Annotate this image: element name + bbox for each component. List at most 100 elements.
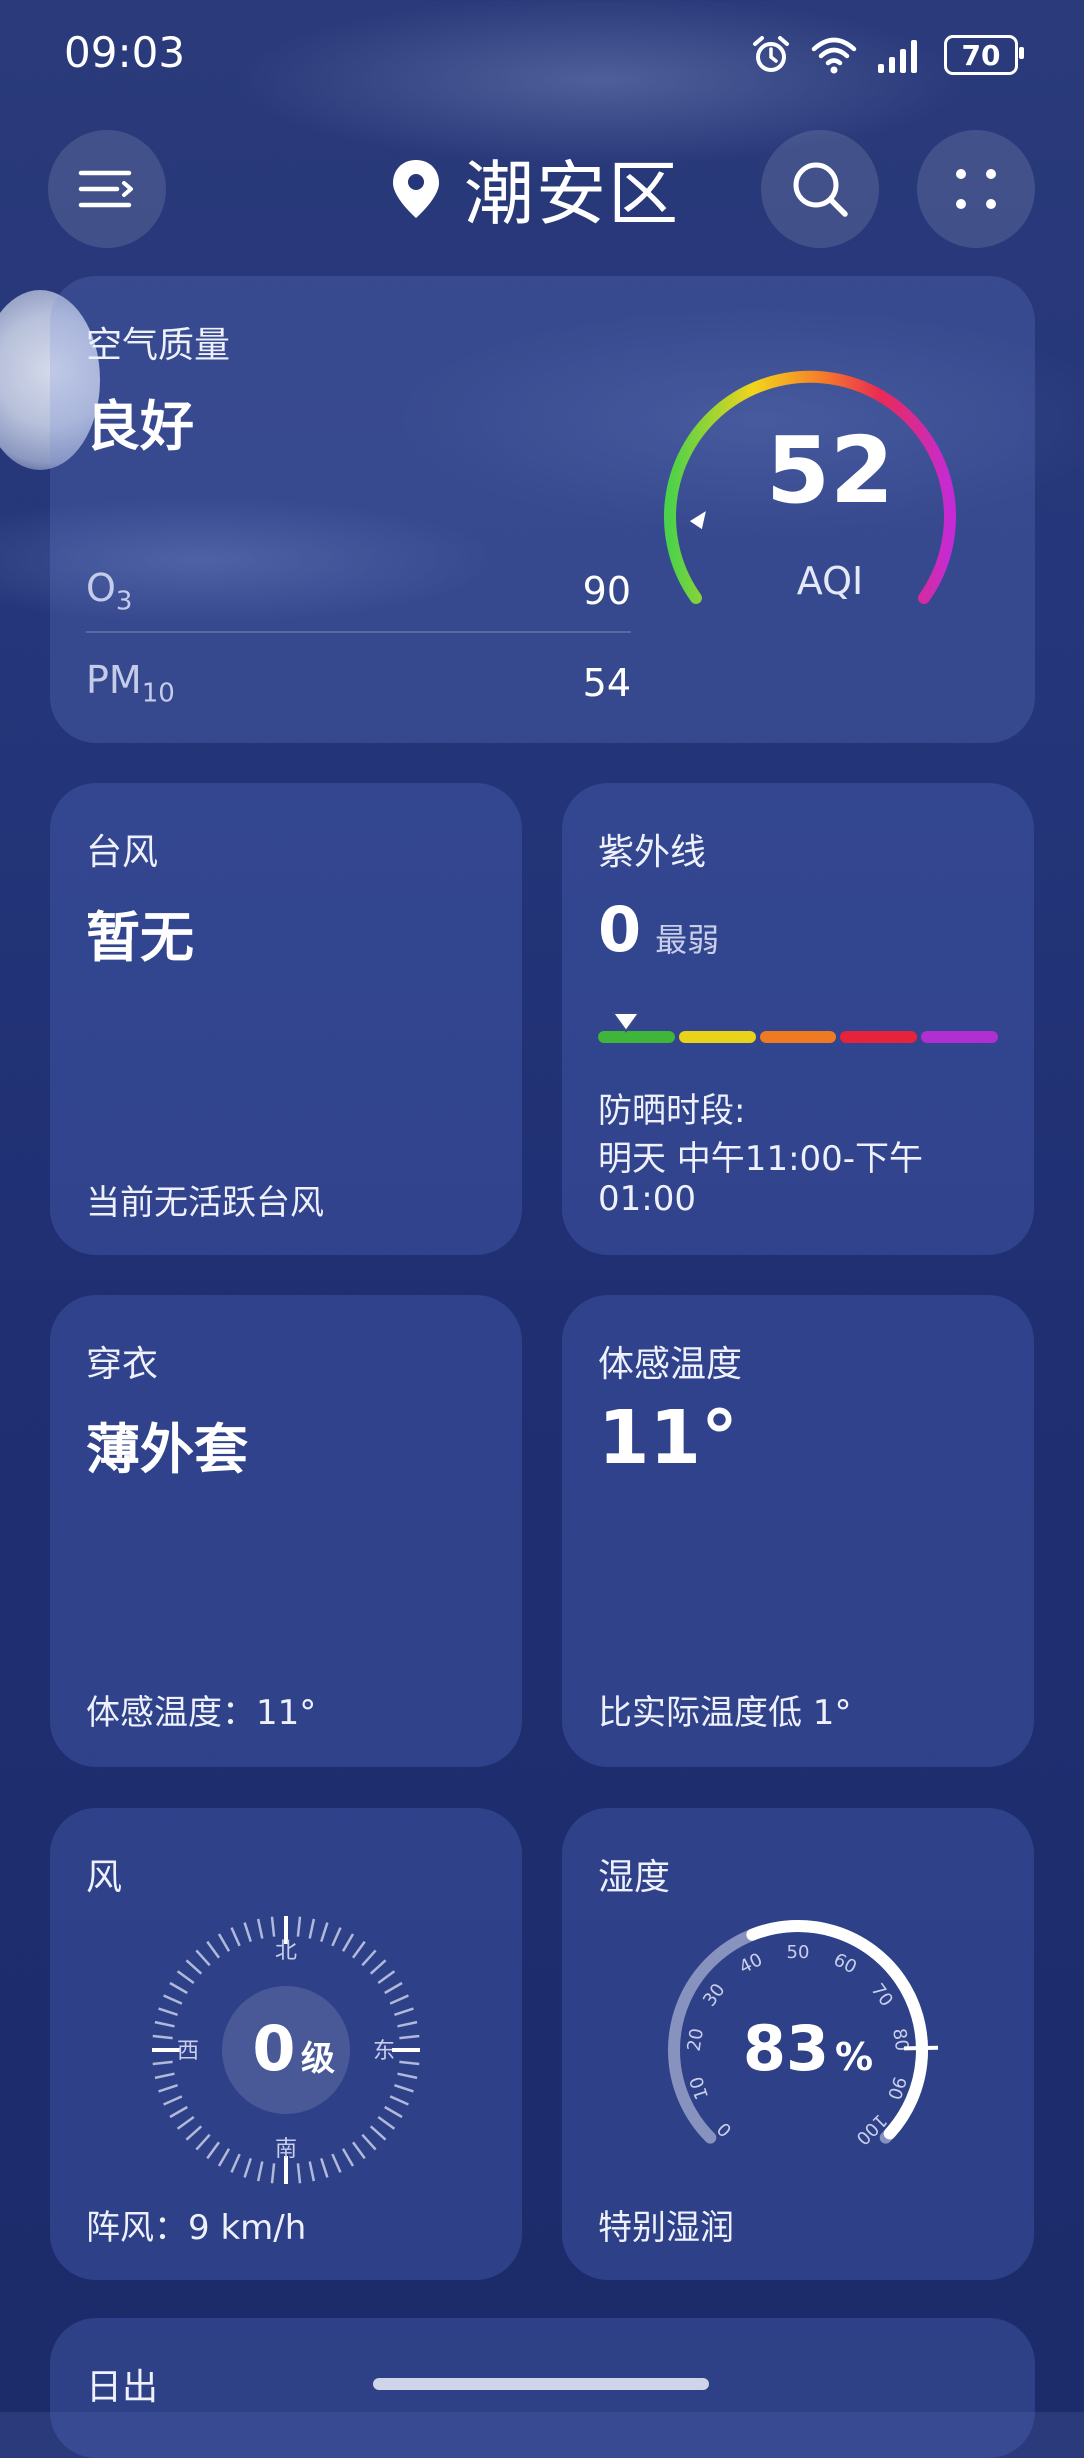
feels-like-title: 体感温度 [598,1344,743,1385]
compass-tick [169,1981,188,1995]
compass-tick [296,2163,302,2184]
compass-tick [389,2095,409,2106]
humidity-value: 83 [743,2012,829,2085]
uv-marker [611,1012,641,1033]
location-title[interactable]: 潮安区 [390,138,680,239]
pollutant-row: PM10 54 [86,648,631,718]
humidity-title: 湿度 [598,1857,671,1898]
compass-west: 西 [177,2039,199,2064]
pollutant-row: O3 90 [86,556,631,626]
sunrise-title: 日出 [86,2367,159,2408]
uv-level: 最弱 [655,921,720,959]
humidity-tick-label: 50 [787,1942,810,1963]
aqi-gauge: 52 AQI [664,370,956,604]
humidity-tick-label: 60 [830,1949,860,1978]
alarm-icon [753,36,789,72]
status-bar: 09:03 70 [0,0,1084,110]
aqi-value: 52 [766,417,894,524]
compass-tick [331,2153,342,2173]
feels-like-note: 比实际温度低 1° [598,1693,852,1733]
uv-value-group: 0 最弱 [598,893,719,966]
compass-tick [369,1959,387,1975]
city-name: 潮安区 [464,153,680,235]
humidity-tick-label: 30 [699,1980,729,2011]
wind-compass: 北 南 西 东 0 级 [152,1916,420,2184]
compass-tick [243,2158,252,2178]
compass-tick [206,1940,221,1959]
compass-tick [389,1994,409,2005]
compass-tick [243,1922,252,1942]
feels-like-value: 11° [598,1395,738,1481]
compass-tick [394,2084,414,2093]
uv-scale-segment [678,1031,756,1043]
status-icons: 70 [750,34,1024,76]
compass-tick [331,1927,342,1947]
compass-tick [230,1927,241,1947]
wind-card[interactable]: 风 北 南 西 东 0 级 阵风：9 km/h [50,1808,522,2280]
feels-like-card[interactable]: 体感温度 11° 比实际温度低 1° [562,1295,1034,1767]
uv-title: 紫外线 [598,832,707,873]
compass-tick [270,1916,276,1937]
humidity-gauge: 010203040 50 60708090100 83 % [668,1920,939,2149]
compass-tick [270,2163,276,2184]
search-icon [793,162,848,217]
compass-tick [320,2158,329,2178]
compass-tick [158,2084,178,2093]
compass-tick [217,1933,231,1952]
pollutant-name: O3 [86,565,133,617]
air-quality-title: 空气质量 [86,325,231,366]
compass-tick [230,2153,241,2173]
pollutant-name: PM10 [86,657,175,709]
compass-tick [152,2060,173,2066]
compass-tick [369,2125,387,2141]
more-apps-button[interactable] [917,130,1035,248]
compass-tick [169,2105,188,2119]
search-button[interactable] [761,130,879,248]
uv-protect-line2: 01:00 [598,1179,696,1219]
humidity-card[interactable]: 湿度 0 10 20 30 40 50 60 70 80 90 100 83 % 特别湿润 [562,1808,1034,2280]
typhoon-value: 暂无 [86,906,194,969]
clothing-value: 薄外套 [86,1418,248,1481]
signal-icon [878,40,917,73]
compass-tick [176,2115,195,2130]
pollutant-value: 90 [582,569,631,613]
uv-protect-line1: 明天 中午11:00-下午 [598,1139,924,1179]
compass-tick [361,1949,377,1967]
pollutant-value: 54 [582,661,631,705]
compass-tick [351,1940,366,1959]
compass-tick [185,1959,203,1975]
compass-tick [154,2072,175,2080]
location-pin-icon [393,159,439,218]
compass-tick [195,2133,211,2151]
wifi-icon [811,37,857,74]
compass-tick [320,1922,329,1942]
uv-card[interactable]: 紫外线 0 最弱 防晒时段: 明天 中午11:00-下午 01:00 [562,783,1034,1255]
compass-tick [361,2133,377,2151]
compass-tick [206,2141,221,2160]
clothing-card[interactable]: 穿衣 薄外套 体感温度：11° [50,1295,522,1767]
compass-tick [308,1918,316,1939]
compass-tick [256,1918,264,1939]
uv-value: 0 [598,893,642,966]
typhoon-card[interactable]: 台风 暂无 当前无活跃台风 [50,783,522,1255]
humidity-tick-label: 70 [867,1980,897,2011]
humidity-marker [903,2045,939,2051]
humidity-unit: % [835,2035,873,2079]
wind-level-value: 0 [252,2012,295,2085]
battery-indicator: 70 [944,35,1024,75]
menu-icon [78,170,133,208]
aqi-label: AQI [797,559,863,603]
humidity-tick-label: 40 [736,1949,766,1978]
home-indicator[interactable] [373,2378,709,2390]
air-quality-card[interactable]: 空气质量 良好 O3 90 PM10 54 52 AQI [50,276,1035,743]
wind-gust: 阵风：9 km/h [86,2208,307,2248]
uv-scale-bar [598,1031,998,1043]
compass-tick [154,2020,175,2028]
menu-button[interactable] [48,130,166,248]
compass-tick [397,2072,418,2080]
uv-scale-segment [759,1031,837,1043]
compass-tick [341,1933,355,1952]
compass-tick [158,2007,178,2016]
wind-title: 风 [86,1857,123,1898]
compass-tick [195,1949,211,1967]
